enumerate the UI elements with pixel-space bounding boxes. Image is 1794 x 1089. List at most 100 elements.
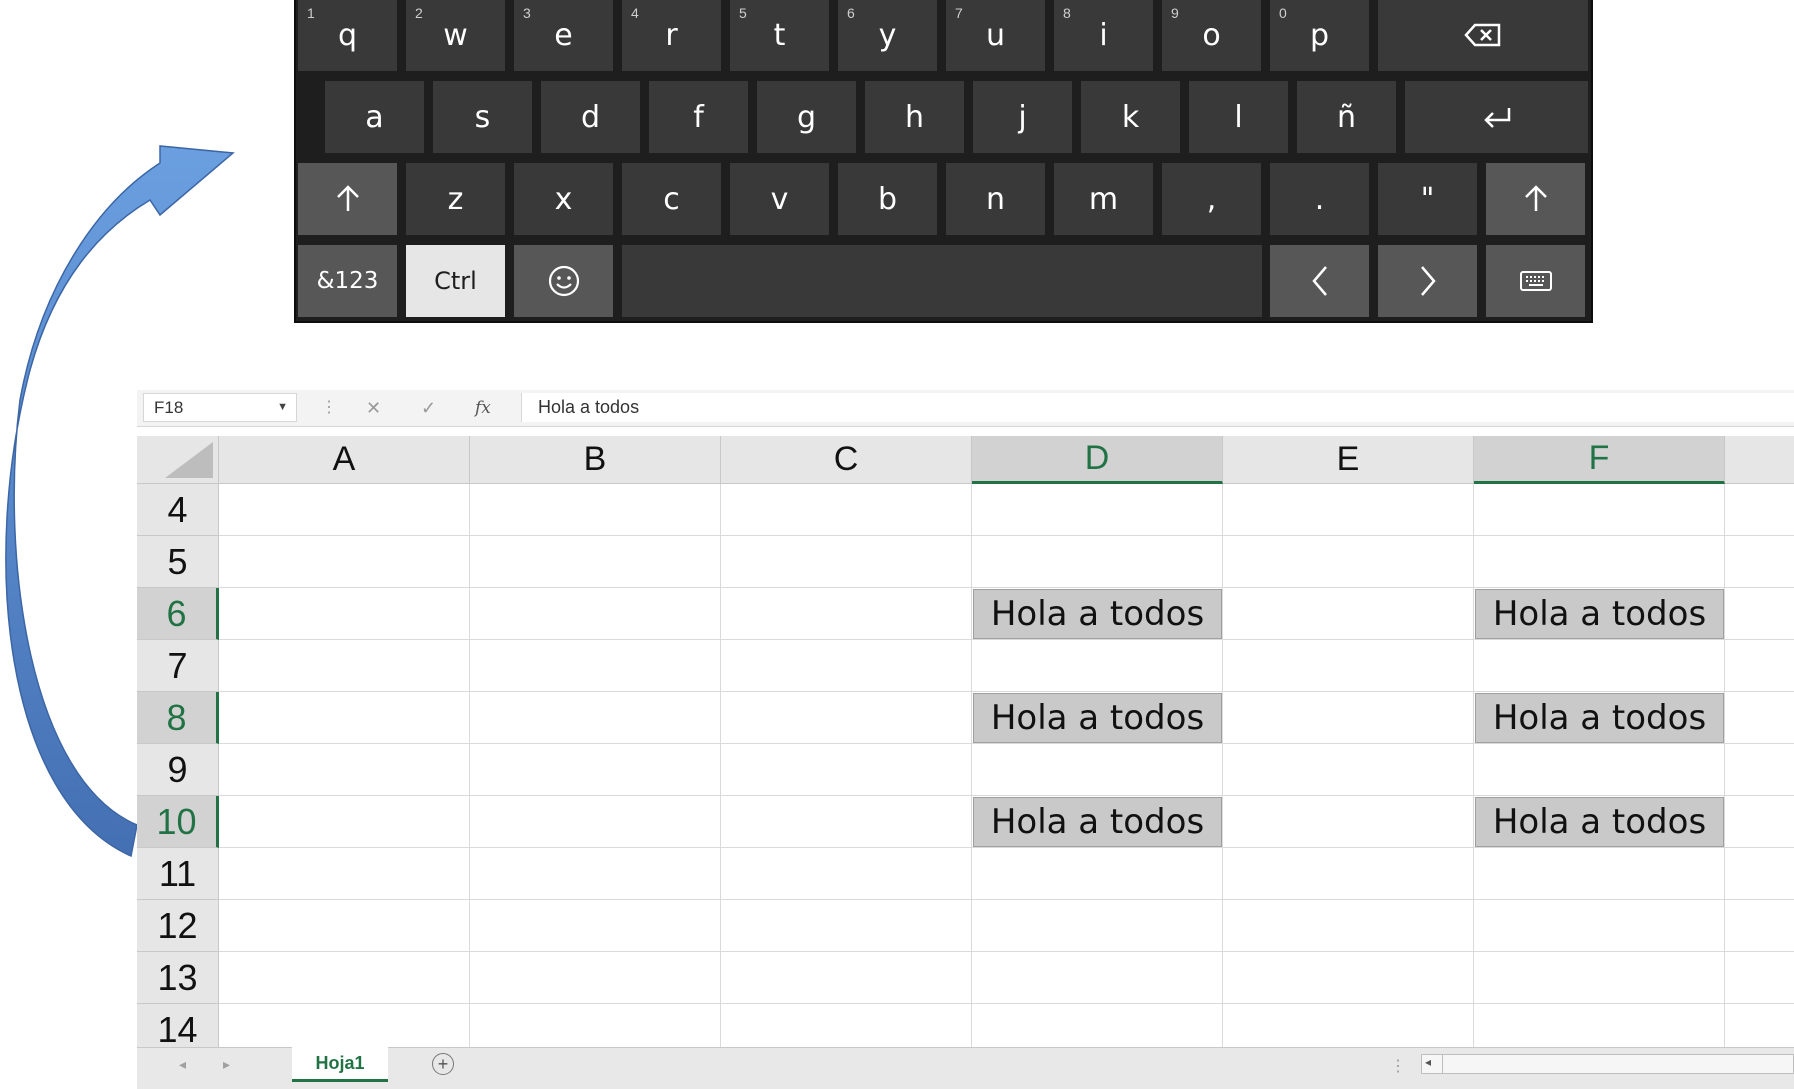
key-j[interactable]: j (973, 81, 1072, 153)
cell-f12[interactable] (1474, 900, 1725, 952)
cell-e12[interactable] (1223, 900, 1474, 952)
cell-c13[interactable] (721, 952, 972, 1004)
key-ñ[interactable]: ñ (1297, 81, 1396, 153)
shift-key-right[interactable] (1486, 163, 1585, 235)
key-k[interactable]: k (1081, 81, 1180, 153)
column-header-c[interactable]: C (721, 436, 972, 484)
emoji-key[interactable] (514, 245, 613, 317)
cell-g5[interactable] (1725, 536, 1794, 588)
key-s[interactable]: s (433, 81, 532, 153)
cell-g8[interactable] (1725, 692, 1794, 744)
cell-d7[interactable] (972, 640, 1223, 692)
cell-d9[interactable] (972, 744, 1223, 796)
cell-a13[interactable] (219, 952, 470, 1004)
cell-c12[interactable] (721, 900, 972, 952)
key-char-8[interactable]: . (1270, 163, 1369, 235)
cell-a11[interactable] (219, 848, 470, 900)
key-char-5[interactable]: n (946, 163, 1045, 235)
row-header-5[interactable]: 5 (137, 536, 219, 588)
right-arrow-key[interactable] (1378, 245, 1477, 317)
cell-a8[interactable] (219, 692, 470, 744)
row-header-4[interactable]: 4 (137, 484, 219, 536)
enter-key[interactable] (1405, 81, 1588, 153)
column-header-b[interactable]: B (470, 436, 721, 484)
cell-f9[interactable] (1474, 744, 1725, 796)
row-header-8[interactable]: 8 (137, 692, 219, 744)
key-w[interactable]: 2w (406, 0, 505, 71)
column-header-f[interactable]: F (1474, 436, 1725, 484)
cell-c4[interactable] (721, 484, 972, 536)
scroll-split-icon[interactable]: ⋮ (1390, 1056, 1406, 1076)
cell-f7[interactable] (1474, 640, 1725, 692)
cell-a6[interactable] (219, 588, 470, 640)
key-char-9[interactable]: " (1378, 163, 1477, 235)
cell-d8-filled[interactable]: Hola a todos (973, 693, 1222, 743)
column-header-d[interactable]: D (972, 436, 1223, 484)
key-i[interactable]: 8i (1054, 0, 1153, 71)
key-g[interactable]: g (757, 81, 856, 153)
name-box[interactable]: F18 ▼ (143, 393, 297, 422)
cell-b8[interactable] (470, 692, 721, 744)
cell-e6[interactable] (1223, 588, 1474, 640)
space-key[interactable] (622, 245, 1262, 317)
key-h[interactable]: h (865, 81, 964, 153)
cell-g6[interactable] (1725, 588, 1794, 640)
column-header-next[interactable] (1725, 436, 1794, 484)
cell-g9[interactable] (1725, 744, 1794, 796)
prev-sheet-icon[interactable]: ◂ (179, 1056, 186, 1073)
enter-check-icon[interactable]: ✓ (421, 393, 436, 423)
cell-a12[interactable] (219, 900, 470, 952)
cancel-icon[interactable]: ✕ (366, 393, 381, 423)
function-icon[interactable]: fx (475, 393, 491, 423)
cell-a4[interactable] (219, 484, 470, 536)
cell-f13[interactable] (1474, 952, 1725, 1004)
chevron-down-icon[interactable]: ▼ (277, 394, 288, 421)
key-char-6[interactable]: m (1054, 163, 1153, 235)
cell-g13[interactable] (1725, 952, 1794, 1004)
cell-d6-filled[interactable]: Hola a todos (973, 589, 1222, 639)
cell-d13[interactable] (972, 952, 1223, 1004)
cell-b5[interactable] (470, 536, 721, 588)
key-d[interactable]: d (541, 81, 640, 153)
key-o[interactable]: 9o (1162, 0, 1261, 71)
key-char-7[interactable]: , (1162, 163, 1261, 235)
cell-d12[interactable] (972, 900, 1223, 952)
cell-c11[interactable] (721, 848, 972, 900)
cell-c5[interactable] (721, 536, 972, 588)
cell-b11[interactable] (470, 848, 721, 900)
shift-key-left[interactable] (298, 163, 397, 235)
cell-f10-filled[interactable]: Hola a todos (1475, 797, 1724, 847)
key-e[interactable]: 3e (514, 0, 613, 71)
scroll-left-icon[interactable]: ◂ (1425, 1055, 1431, 1069)
cell-c8[interactable] (721, 692, 972, 744)
add-sheet-icon[interactable]: + (432, 1053, 454, 1075)
key-f[interactable]: f (649, 81, 748, 153)
row-header-6[interactable]: 6 (137, 588, 219, 640)
key-p[interactable]: 0p (1270, 0, 1369, 71)
cell-g7[interactable] (1725, 640, 1794, 692)
row-header-13[interactable]: 13 (137, 952, 219, 1004)
row-header-9[interactable]: 9 (137, 744, 219, 796)
backspace-key[interactable] (1378, 0, 1588, 71)
cell-g11[interactable] (1725, 848, 1794, 900)
key-u[interactable]: 7u (946, 0, 1045, 71)
cell-b4[interactable] (470, 484, 721, 536)
row-header-7[interactable]: 7 (137, 640, 219, 692)
row-header-12[interactable]: 12 (137, 900, 219, 952)
key-t[interactable]: 5t (730, 0, 829, 71)
cell-b12[interactable] (470, 900, 721, 952)
cell-e8[interactable] (1223, 692, 1474, 744)
symbols-key[interactable]: &123 (298, 245, 397, 317)
cell-c9[interactable] (721, 744, 972, 796)
cell-f6-filled[interactable]: Hola a todos (1475, 589, 1724, 639)
key-char-4[interactable]: b (838, 163, 937, 235)
column-header-a[interactable]: A (219, 436, 470, 484)
row-header-10[interactable]: 10 (137, 796, 219, 848)
cell-d5[interactable] (972, 536, 1223, 588)
cell-d10-filled[interactable]: Hola a todos (973, 797, 1222, 847)
formula-input[interactable]: Hola a todos (521, 393, 1794, 422)
cell-b7[interactable] (470, 640, 721, 692)
more-options-icon[interactable]: ⋮ (321, 393, 337, 423)
key-y[interactable]: 6y (838, 0, 937, 71)
key-a[interactable]: a (325, 81, 424, 153)
